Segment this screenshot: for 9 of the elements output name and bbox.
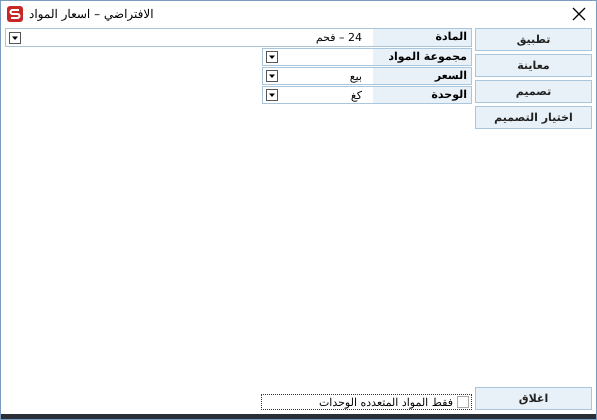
side-button[interactable]: تطبيق xyxy=(475,28,592,51)
side-button[interactable]: معاينة xyxy=(475,54,592,77)
app-logo-icon xyxy=(7,6,23,22)
checkbox-option[interactable]: فقط المواد المتعدده الوحدات xyxy=(261,394,472,410)
side-button[interactable]: تصميم xyxy=(475,80,592,103)
window-title: الافتراضي – اسعار المواد xyxy=(29,7,155,21)
side-button[interactable]: اختيار التصميم xyxy=(475,106,592,129)
close-button[interactable]: اغلاق xyxy=(475,387,592,410)
close-icon[interactable] xyxy=(572,7,586,21)
